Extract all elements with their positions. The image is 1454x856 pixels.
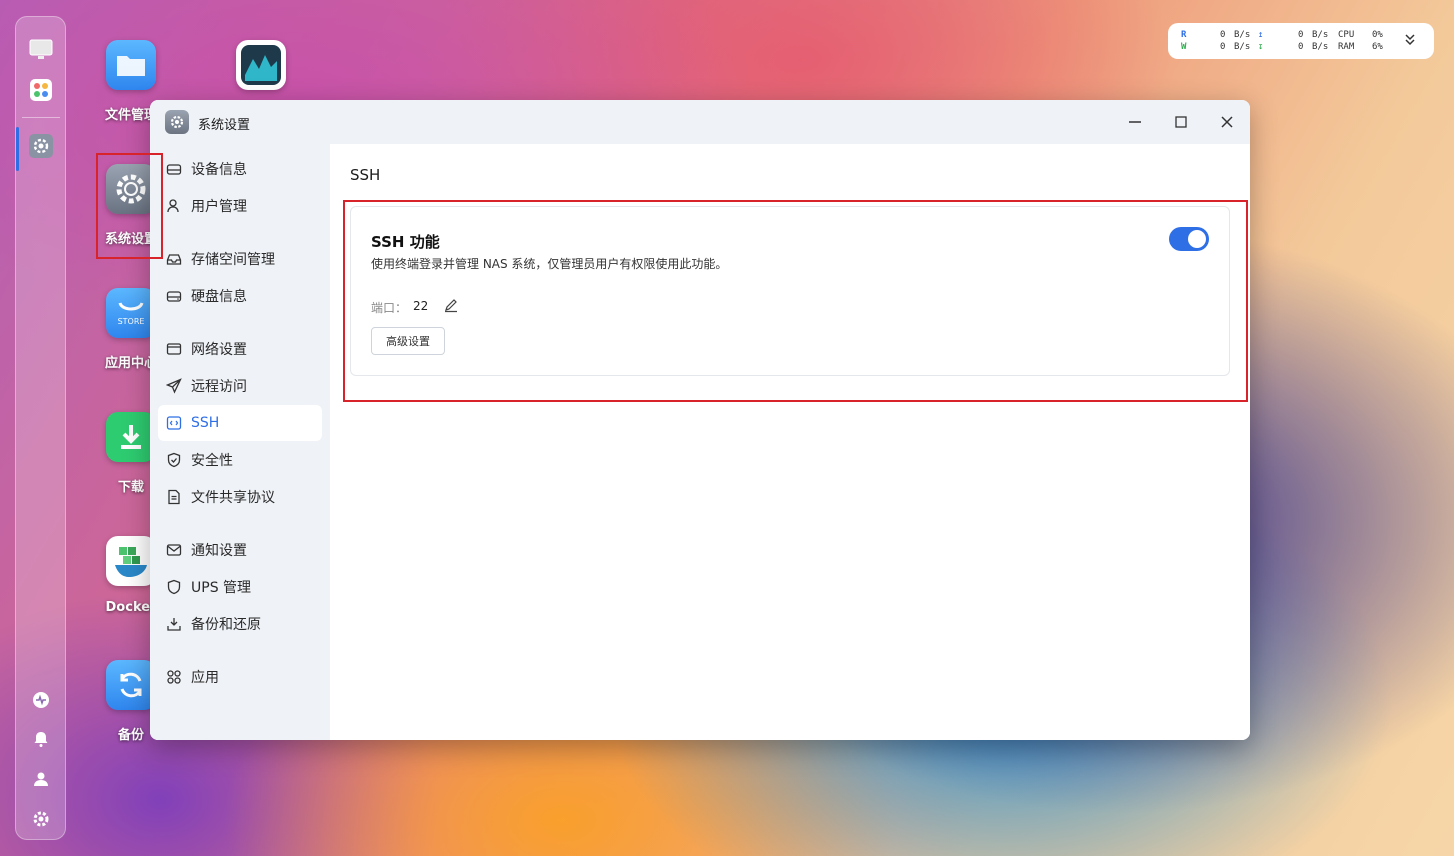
nav-item-network[interactable]: 网络设置	[158, 331, 322, 367]
port-value: 22	[413, 299, 429, 313]
page-title: SSH	[350, 166, 381, 184]
docker-icon	[106, 536, 156, 586]
upload-rate: 0	[1298, 30, 1304, 40]
backup-restore-icon	[166, 616, 182, 632]
ssh-toggle[interactable]	[1169, 227, 1209, 251]
nav-item-remote-access[interactable]: 远程访问	[158, 368, 322, 404]
desktop-icon[interactable]	[28, 37, 54, 63]
read-label: R	[1181, 30, 1187, 40]
storage-icon	[166, 251, 182, 267]
dock-active-indicator	[16, 127, 19, 171]
ups-icon	[166, 579, 182, 595]
port-label: 端口：	[371, 301, 408, 315]
read-rate: 0	[1220, 30, 1226, 40]
nav-item-backup-restore[interactable]: 备份和还原	[158, 606, 322, 642]
close-button[interactable]	[1217, 112, 1237, 132]
store-icon: STORE	[106, 288, 156, 338]
settings-sidebar: 设备信息 用户管理 存储空间管理 硬盘信息 网络设置 远程访问 SSH 安全性	[150, 144, 330, 740]
shield-icon	[166, 452, 182, 468]
nav-item-apps[interactable]: 应用	[158, 659, 322, 695]
mail-icon	[166, 542, 182, 558]
nav-item-device-info[interactable]: 设备信息	[158, 151, 322, 187]
app-launcher-icon[interactable]	[28, 77, 54, 103]
expand-chevron-icon[interactable]	[1404, 33, 1416, 50]
nav-item-notifications[interactable]: 通知设置	[158, 532, 322, 568]
ssh-card-title: SSH 功能	[371, 233, 440, 251]
ssh-card-description: 使用终端登录并管理 NAS 系统，仅管理员用户有权限使用此功能。	[371, 257, 728, 271]
write-label: W	[1181, 42, 1187, 52]
settings-app-icon	[165, 110, 189, 134]
desktop-icon-resource-monitor[interactable]	[226, 40, 296, 90]
device-icon	[166, 161, 182, 177]
settings-window: 系统设置 设备信息 用户管理 存储空间管理 硬盘信息 网络设置 远程访问 SSH…	[150, 100, 1250, 740]
settings-content: SSH SSH 功能 使用终端登录并管理 NAS 系统，仅管理员用户有权限使用此…	[330, 144, 1250, 740]
edit-port-icon[interactable]	[443, 297, 459, 313]
network-icon	[166, 341, 182, 357]
window-titlebar[interactable]: 系统设置	[150, 100, 1250, 144]
settings-dock-icon[interactable]	[28, 133, 54, 159]
nav-item-ssh[interactable]: SSH	[158, 405, 322, 441]
download-icon	[106, 412, 156, 462]
settings-icon	[106, 164, 156, 214]
window-title: 系统设置	[198, 118, 251, 133]
write-rate: 0	[1220, 42, 1226, 52]
nav-item-storage[interactable]: 存储空间管理	[158, 241, 322, 277]
resource-monitor-icon	[236, 40, 286, 90]
nav-item-security[interactable]: 安全性	[158, 442, 322, 478]
code-icon	[166, 415, 182, 431]
cpu-value: 0%	[1372, 30, 1383, 40]
document-icon	[166, 489, 182, 505]
user-icon[interactable]	[28, 766, 54, 792]
disk-icon	[166, 288, 182, 304]
activity-icon[interactable]	[28, 687, 54, 713]
minimize-button[interactable]	[1125, 112, 1145, 132]
advanced-settings-button[interactable]: 高级设置	[371, 327, 445, 355]
download-arrow-icon: ↧	[1258, 42, 1264, 52]
nav-item-user-management[interactable]: 用户管理	[158, 188, 322, 224]
send-icon	[166, 378, 182, 394]
download-rate: 0	[1298, 42, 1304, 52]
apps-grid-icon	[166, 669, 182, 685]
nav-item-file-sharing[interactable]: 文件共享协议	[158, 479, 322, 515]
ram-value: 6%	[1372, 42, 1383, 52]
nav-item-ups[interactable]: UPS 管理	[158, 569, 322, 605]
user-icon	[166, 198, 182, 214]
gear-icon[interactable]	[28, 806, 54, 832]
upload-arrow-icon: ↥	[1258, 30, 1264, 40]
maximize-button[interactable]	[1171, 112, 1191, 132]
bell-icon[interactable]	[28, 726, 54, 752]
folder-icon	[106, 40, 156, 90]
dock	[15, 16, 66, 840]
nav-item-disk-info[interactable]: 硬盘信息	[158, 278, 322, 314]
backup-icon	[106, 660, 156, 710]
ssh-card: SSH 功能 使用终端登录并管理 NAS 系统，仅管理员用户有权限使用此功能。 …	[350, 206, 1230, 376]
system-status-widget: R 0 B/s ↥ 0 B/s CPU 0% W 0 B/s ↧ 0 B/s R…	[1168, 23, 1434, 59]
